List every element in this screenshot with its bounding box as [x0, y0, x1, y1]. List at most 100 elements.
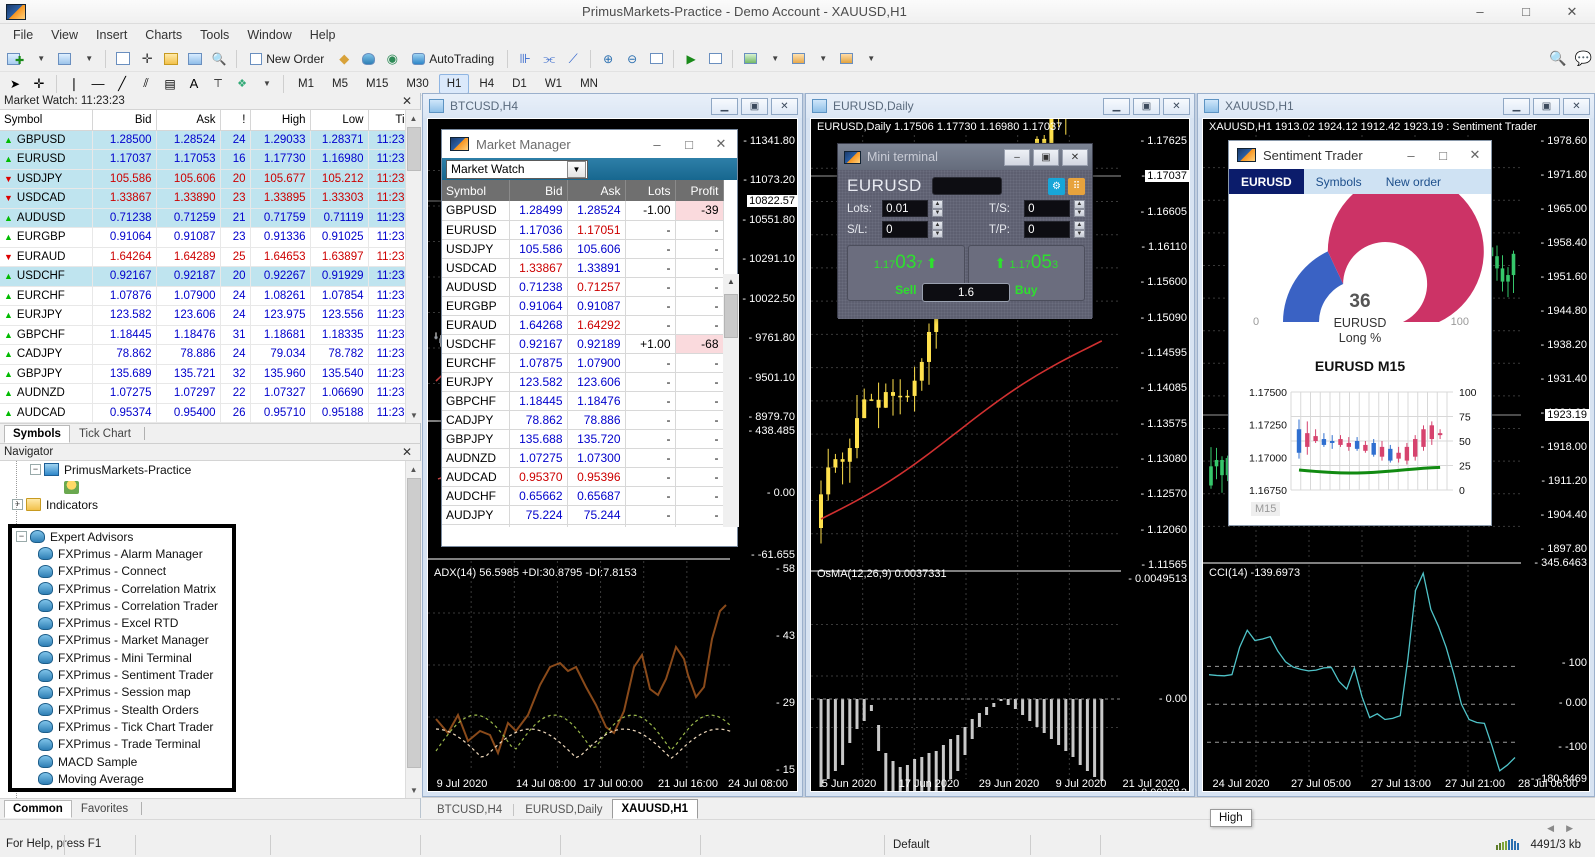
chart-restore-button[interactable]: ▣ [1133, 98, 1160, 115]
mm-col-bid[interactable]: Bid [509, 180, 567, 201]
st-close-button[interactable]: ✕ [1459, 141, 1491, 169]
chart-close-button[interactable]: ✕ [771, 98, 798, 115]
grid-icon[interactable] [704, 48, 726, 70]
ts-input[interactable]: 0 [1024, 200, 1070, 217]
objects-icon[interactable] [787, 48, 809, 70]
list-item[interactable]: FXPrimus - Excel RTD [12, 614, 232, 631]
expert-advisors-icon[interactable] [357, 48, 379, 70]
table-row[interactable]: GBPJPY135.689135.72132135.960135.54011:2… [0, 364, 421, 384]
table-row[interactable]: AUDUSD0.712380.71259210.717590.7111911:2… [0, 208, 421, 228]
table-row[interactable]: EURUSD1.170371.17053161.177301.1698011:2… [0, 150, 421, 170]
auto-scroll-icon[interactable]: ▶ [680, 48, 702, 70]
menu-file[interactable]: File [4, 25, 42, 45]
window-minimize-button[interactable]: – [1457, 0, 1503, 24]
list-item[interactable]: MACD Sample [12, 753, 232, 770]
mm-col-lots[interactable]: Lots [625, 180, 675, 201]
chart-minimize-button[interactable]: ▁ [1103, 98, 1130, 115]
arrows-dropdown-icon[interactable]: ▼ [255, 73, 277, 95]
table-row[interactable]: AUDNZD1.072751.07300-- [442, 448, 723, 467]
arrows-icon[interactable]: ❖ [231, 73, 253, 95]
zoom-in-icon[interactable]: ⊕ [597, 48, 619, 70]
table-row[interactable]: USDCAD1.338671.33890231.338951.3330311:2… [0, 189, 421, 209]
col-symbol[interactable]: Symbol [0, 110, 92, 130]
list-item[interactable]: FXPrimus - Stealth Orders [12, 701, 232, 718]
mm-maximize-button[interactable]: □ [673, 130, 705, 158]
bar-chart-icon[interactable]: ⊪ [514, 48, 536, 70]
nav-scroll-thumb[interactable] [407, 478, 421, 768]
table-row[interactable]: EURJPY123.582123.606-- [442, 372, 723, 391]
menu-view[interactable]: View [42, 25, 87, 45]
profiles-dropdown-icon[interactable]: ▼ [77, 48, 99, 70]
indicators-icon[interactable] [739, 48, 761, 70]
mm-scroll-up-icon[interactable]: ▲ [723, 274, 739, 290]
navigator-close-icon[interactable]: ✕ [398, 445, 416, 459]
text-label-icon[interactable]: ⊤ [207, 73, 229, 95]
navigator-icon[interactable] [160, 48, 182, 70]
nav-indicators[interactable]: + Indicators [0, 496, 421, 514]
text-icon[interactable]: A [183, 73, 205, 95]
chart-tab-eurusd[interactable]: EURUSD,Daily [516, 801, 611, 819]
list-item[interactable]: FXPrimus - Alarm Manager [12, 545, 232, 562]
tp-stepper[interactable]: ▲▼ [1074, 221, 1085, 238]
timeframe-w1[interactable]: W1 [537, 74, 570, 94]
chart-restore-button[interactable]: ▣ [1533, 98, 1560, 115]
list-item[interactable]: FXPrimus - Correlation Matrix [12, 580, 232, 597]
gear-icon[interactable]: ⚙ [1048, 178, 1065, 195]
nav-account[interactable] [0, 479, 421, 497]
window-maximize-button[interactable]: □ [1503, 0, 1549, 24]
mini-terminal-minimize-button[interactable]: – [1004, 149, 1030, 166]
search-icon[interactable]: 🔍 [1546, 48, 1569, 70]
list-item[interactable]: FXPrimus - Tick Chart Trader [12, 718, 232, 735]
new-chart-dropdown-icon[interactable]: ▼ [29, 48, 51, 70]
table-row[interactable]: GBPUSD1.285001.28524241.290331.2837111:2… [0, 130, 421, 150]
table-row[interactable]: USDCHF0.921670.92189+1.00-68 [442, 334, 723, 353]
st-maximize-button[interactable]: □ [1427, 141, 1459, 169]
tab-common[interactable]: Common [4, 800, 72, 818]
timeframe-m30[interactable]: M30 [398, 74, 436, 94]
sl-stepper[interactable]: ▲▼ [932, 221, 943, 238]
chart-close-button[interactable]: ✕ [1563, 98, 1590, 115]
market-manager-view-select[interactable]: Market Watch ▼ [446, 160, 588, 179]
table-row[interactable]: EURUSD1.170361.17051-- [442, 220, 723, 239]
indicators-dropdown-icon[interactable]: ▼ [763, 48, 785, 70]
strategy-tester-icon[interactable]: 🔍 [208, 48, 230, 70]
data-window-icon[interactable]: ✛ [136, 48, 158, 70]
mm-col-profit[interactable]: Profit [675, 180, 723, 201]
col-spread[interactable]: ! [220, 110, 250, 130]
chart-shift-icon[interactable] [645, 48, 667, 70]
mm-col-ask[interactable]: Ask [567, 180, 625, 201]
chart-tab-xauusd[interactable]: XAUUSD,H1 [612, 799, 698, 819]
lots-stepper[interactable]: ▲▼ [932, 200, 943, 217]
timeframe-h4[interactable]: H4 [471, 74, 502, 94]
templates-dropdown-icon[interactable]: ▼ [859, 48, 881, 70]
list-item[interactable]: FXPrimus - Connect [12, 563, 232, 580]
chart-close-button[interactable]: ✕ [1163, 98, 1190, 115]
list-item[interactable]: FXPrimus - Session map [12, 684, 232, 701]
table-row[interactable]: EURAUD1.642641.64289251.646531.6389711:2… [0, 247, 421, 267]
menu-help[interactable]: Help [301, 25, 345, 45]
timeframe-m5[interactable]: M5 [324, 74, 356, 94]
mini-terminal-restore-button[interactable]: ▣ [1033, 149, 1059, 166]
table-row[interactable]: AUDUSD0.712380.71257-- [442, 277, 723, 296]
new-chart-icon[interactable]: ✚ [4, 48, 27, 70]
table-row[interactable]: AUDCHF0.656620.65687-- [442, 486, 723, 505]
chart-minimize-button[interactable]: ▁ [1503, 98, 1530, 115]
st-tab-eurusd[interactable]: EURUSD [1229, 169, 1304, 194]
templates-icon[interactable] [835, 48, 857, 70]
st-tab-new-order[interactable]: New order [1374, 169, 1453, 194]
cursor-icon[interactable]: ➤ [4, 73, 26, 95]
timeframe-m1[interactable]: M1 [290, 74, 322, 94]
ts-stepper[interactable]: ▲▼ [1074, 200, 1085, 217]
list-item[interactable]: FXPrimus - Trade Terminal [12, 736, 232, 753]
table-row[interactable]: EURGBP0.910640.91087-- [442, 296, 723, 315]
nav-account-server[interactable]: − PrimusMarkets-Practice [0, 461, 421, 479]
table-row[interactable]: CHFJPY114.543114.570-- [442, 524, 723, 527]
menu-charts[interactable]: Charts [136, 25, 191, 45]
table-row[interactable]: USDCAD1.338671.33891-- [442, 258, 723, 277]
fibonacci-icon[interactable]: ▤ [159, 73, 181, 95]
table-row[interactable]: EURJPY123.582123.60624123.975123.55611:2… [0, 306, 421, 326]
vertical-line-icon[interactable]: ❘ [63, 73, 85, 95]
signals-icon[interactable]: ◉ [381, 48, 403, 70]
nav-expert-advisors[interactable]: − Expert Advisors [12, 528, 232, 545]
autotrading-button[interactable]: AutoTrading [405, 48, 501, 70]
